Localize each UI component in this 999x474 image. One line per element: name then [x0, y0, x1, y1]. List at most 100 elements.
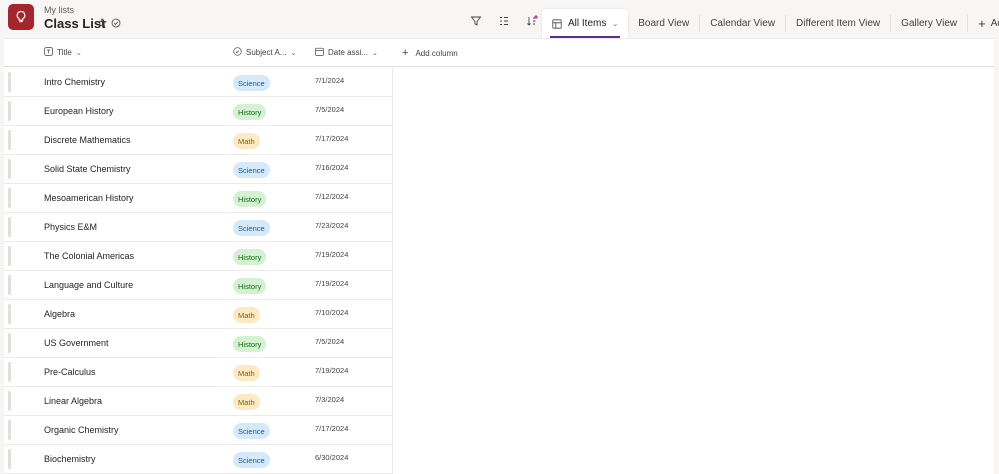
cell-title[interactable]: Organic Chemistry	[44, 425, 119, 435]
row-selection-handle[interactable]	[8, 159, 11, 179]
subject-badge: History	[233, 104, 267, 120]
tab-different-item-view[interactable]: Different Item View	[786, 15, 892, 32]
table-row[interactable]: Physics E&M Science 7/23/2024	[4, 213, 393, 242]
table-row[interactable]: European History History 7/5/2024	[4, 97, 393, 126]
row-selection-handle[interactable]	[8, 275, 11, 295]
subject-badge: Science	[233, 220, 270, 236]
chevron-down-icon: ⌄	[290, 49, 297, 57]
subject-badge: History	[233, 278, 267, 294]
table-row[interactable]: Linear Algebra Math 7/3/2024	[4, 387, 393, 416]
row-selection-handle[interactable]	[8, 72, 11, 92]
cell-date: 7/19/2024	[315, 279, 349, 288]
column-header-title[interactable]: Title ⌄	[44, 47, 82, 58]
cell-title[interactable]: Algebra	[44, 309, 75, 319]
cell-title[interactable]: Solid State Chemistry	[44, 164, 131, 174]
cell-title[interactable]: Mesoamerican History	[44, 193, 134, 203]
row-selection-handle[interactable]	[8, 188, 11, 208]
cell-title[interactable]: Biochemistry	[44, 454, 96, 464]
column-header-row: Title ⌄ Subject A... ⌄ Date assi... ⌄ + …	[4, 39, 994, 67]
cell-title[interactable]: Language and Culture	[44, 280, 133, 290]
column-date-label: Date assi...	[328, 48, 369, 57]
cell-title[interactable]: Intro Chemistry	[44, 77, 105, 87]
add-view-label: Add view	[990, 18, 999, 29]
subject-badge: Science	[233, 75, 270, 91]
subject-badge: Math	[233, 365, 260, 381]
calendar-icon	[315, 47, 324, 58]
cell-date: 7/10/2024	[315, 308, 349, 317]
table-row[interactable]: Biochemistry Science 6/30/2024	[4, 445, 393, 474]
cell-date: 6/30/2024	[315, 453, 349, 462]
list-rows: Intro Chemistry Science 7/1/2024 European H…	[4, 68, 393, 474]
choice-icon	[233, 47, 242, 58]
row-selection-handle[interactable]	[8, 130, 11, 150]
table-row[interactable]: Organic Chemistry Science 7/17/2024	[4, 416, 393, 445]
table-row[interactable]: US Government History 7/5/2024	[4, 329, 393, 358]
lightbulb-icon[interactable]	[8, 4, 34, 30]
tab-all-items-label: All Items	[568, 18, 607, 29]
cell-title[interactable]: European History	[44, 106, 114, 116]
plus-icon: +	[978, 16, 986, 31]
tab-gallery-view[interactable]: Gallery View	[891, 15, 969, 32]
chevron-down-icon: ⌄	[372, 49, 378, 57]
row-selection-handle[interactable]	[8, 333, 11, 353]
table-row[interactable]: Pre-Calculus Math 7/19/2024	[4, 358, 393, 387]
row-selection-handle[interactable]	[8, 304, 11, 324]
star-icon[interactable]	[97, 18, 107, 28]
cell-date: 7/5/2024	[315, 105, 345, 114]
row-selection-handle[interactable]	[8, 101, 11, 121]
subject-badge: Science	[233, 452, 270, 468]
cell-title[interactable]: Linear Algebra	[44, 396, 102, 406]
cell-title[interactable]: Discrete Mathematics	[44, 135, 131, 145]
row-selection-handle[interactable]	[8, 420, 11, 440]
plus-icon: +	[402, 47, 409, 59]
table-row[interactable]: Intro Chemistry Science 7/1/2024	[4, 68, 393, 97]
chevron-down-icon: ⌄	[75, 49, 82, 57]
add-column-button[interactable]: + Add column	[402, 47, 458, 59]
filter-icon[interactable]	[470, 15, 482, 27]
add-view-button[interactable]: + Add view	[968, 15, 999, 32]
cell-date: 7/12/2024	[315, 192, 349, 201]
tab-calendar-view[interactable]: Calendar View	[700, 15, 787, 32]
cell-title[interactable]: US Government	[44, 338, 109, 348]
row-selection-handle[interactable]	[8, 217, 11, 237]
cell-title[interactable]: The Colonial Americas	[44, 251, 134, 261]
table-row[interactable]: Solid State Chemistry Science 7/16/2024	[4, 155, 393, 184]
cell-date: 7/3/2024	[315, 395, 345, 404]
table-row[interactable]: Algebra Math 7/10/2024	[4, 300, 393, 329]
row-selection-handle[interactable]	[8, 391, 11, 411]
cell-title[interactable]: Physics E&M	[44, 222, 97, 232]
cell-title[interactable]: Pre-Calculus	[44, 367, 96, 377]
cell-date: 7/17/2024	[315, 134, 349, 143]
subject-badge: Math	[233, 307, 260, 323]
cell-date: 7/16/2024	[315, 163, 349, 172]
cell-date: 7/23/2024	[315, 221, 349, 230]
table-row[interactable]: Language and Culture History 7/19/2024	[4, 271, 393, 300]
subject-badge: Science	[233, 423, 270, 439]
subject-badge: History	[233, 336, 267, 352]
table-row[interactable]: Discrete Mathematics Math 7/17/2024	[4, 126, 393, 155]
breadcrumb[interactable]: My lists	[44, 5, 74, 15]
column-header-date[interactable]: Date assi... ⌄	[315, 47, 378, 58]
column-title-label: Title	[57, 48, 72, 57]
row-selection-handle[interactable]	[8, 449, 11, 469]
subject-badge: Math	[233, 133, 260, 149]
list-header: My lists Class List All Items ⌄ Board Vi…	[0, 0, 999, 38]
view-switcher: All Items ⌄ Board View Calendar View Dif…	[542, 9, 999, 38]
row-selection-handle[interactable]	[8, 362, 11, 382]
subject-badge: Math	[233, 394, 260, 410]
grid-icon	[552, 18, 562, 29]
tab-board-view[interactable]: Board View	[628, 15, 701, 32]
row-selection-handle[interactable]	[8, 246, 11, 266]
cell-date: 7/17/2024	[315, 424, 349, 433]
cell-date: 7/5/2024	[315, 337, 345, 346]
cell-date: 7/19/2024	[315, 366, 349, 375]
tab-all-items[interactable]: All Items ⌄	[542, 9, 629, 38]
table-row[interactable]: The Colonial Americas History 7/19/2024	[4, 242, 393, 271]
subject-badge: Science	[233, 162, 270, 178]
column-header-subject[interactable]: Subject A... ⌄	[233, 47, 296, 58]
check-circle-icon[interactable]	[111, 18, 121, 28]
group-by-icon[interactable]	[498, 15, 510, 27]
add-column-label: Add column	[415, 48, 458, 58]
sort-icon[interactable]	[526, 15, 538, 27]
table-row[interactable]: Mesoamerican History History 7/12/2024	[4, 184, 393, 213]
